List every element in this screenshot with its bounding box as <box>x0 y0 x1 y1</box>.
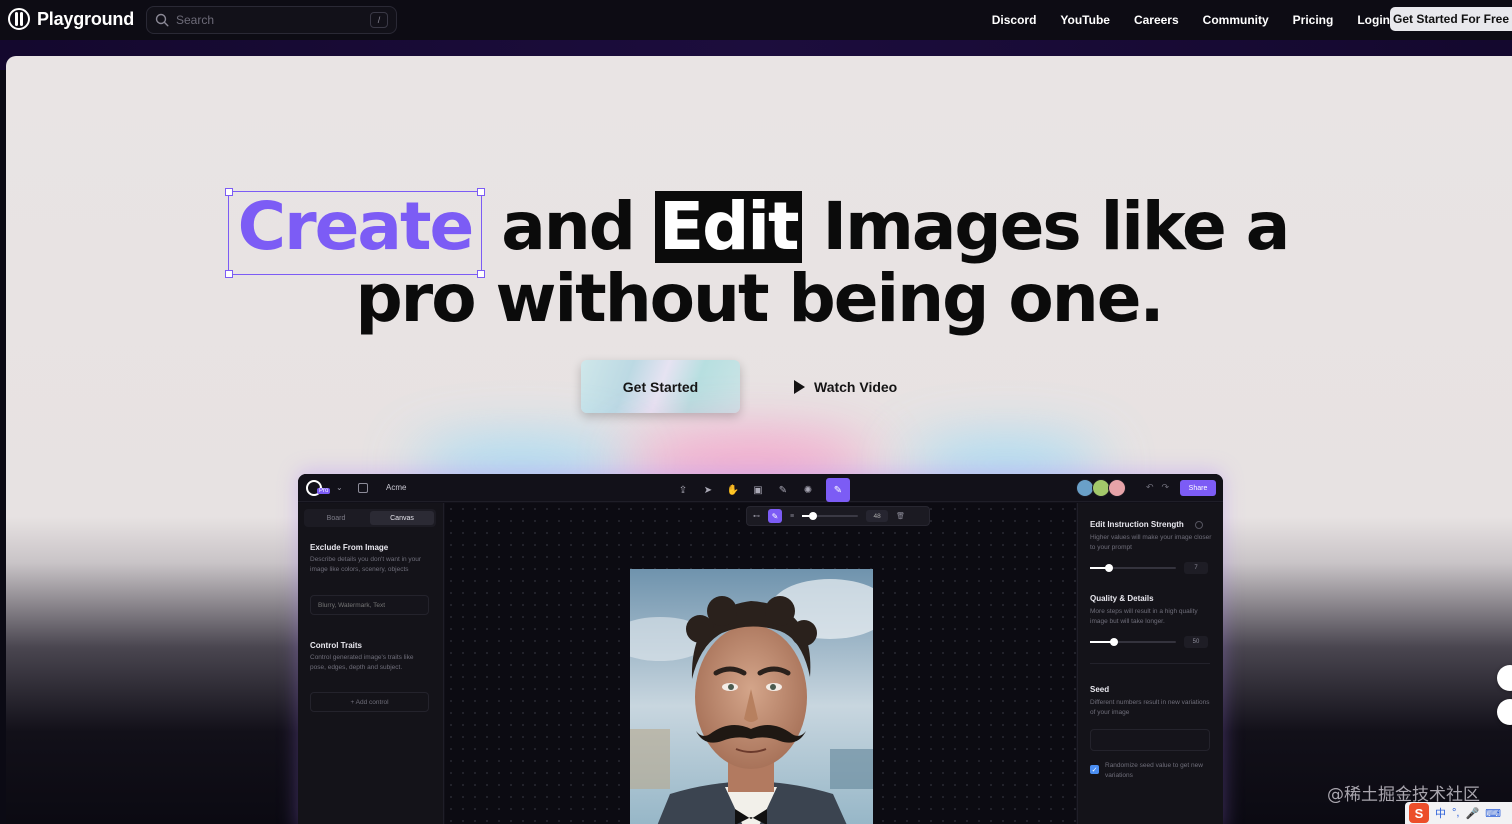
selection-handle <box>224 188 233 196</box>
strength-title: Edit Instruction Strength <box>1090 520 1184 529</box>
keyboard-icon[interactable]: ⌨ <box>1485 807 1501 820</box>
selection-handle <box>477 270 486 278</box>
editor-toolbar: Pro ⌄ Acme ⇪ ➤ ✋ ▣ ✎ ✺ ✎ ↶ ↷ Share <box>298 474 1223 502</box>
ime-toolbar: S 中 °, 🎤 ⌨ <box>1405 802 1512 824</box>
selection-handle <box>224 270 233 278</box>
search-shortcut-key: / <box>370 12 388 28</box>
magic-edit-icon[interactable]: ✎ <box>826 478 850 502</box>
exclude-title: Exclude From Image <box>310 543 389 552</box>
portrait-illustration <box>630 569 873 824</box>
selection-box <box>224 188 486 278</box>
brush-size-slider[interactable] <box>802 512 859 520</box>
frame-edit-icon[interactable]: ▣ <box>751 483 765 497</box>
ime-chinese-mode[interactable]: 中 <box>1435 805 1446 821</box>
project-name: Acme <box>386 483 407 492</box>
ime-punctuation[interactable]: °, <box>1452 807 1459 819</box>
slider-thumb[interactable] <box>1110 638 1118 646</box>
brush-size-icon: ≡ <box>790 512 795 520</box>
undo-redo: ↶ ↷ <box>1146 482 1169 493</box>
collaborator-avatars <box>1076 479 1126 497</box>
search-icon <box>155 13 169 27</box>
brand-name: Playground <box>37 8 135 29</box>
randomize-seed-checkbox[interactable]: ✓ <box>1090 765 1099 774</box>
slider-thumb[interactable] <box>1105 564 1113 572</box>
control-traits-description: Control generated image's traits like po… <box>310 654 414 671</box>
right-settings-panel: Edit Instruction Strength Higher values … <box>1077 503 1223 824</box>
chevron-down-icon[interactable]: ⌄ <box>336 483 343 492</box>
headline-rest: Images like a <box>822 188 1291 265</box>
nav-links: Discord YouTube Careers Community Pricin… <box>992 0 1390 40</box>
search-box[interactable]: / <box>146 6 397 34</box>
divider <box>1090 663 1210 664</box>
editor-canvas[interactable]: ⊷ ✎ ≡ 48 🗑 <box>445 503 1076 824</box>
search-input[interactable] <box>176 13 370 27</box>
seed-description: Different numbers result in new variatio… <box>1090 699 1210 716</box>
nav-link-careers[interactable]: Careers <box>1134 13 1179 27</box>
add-control-button[interactable]: + Add control <box>310 692 429 712</box>
quality-description: More steps will result in a high quality… <box>1090 608 1198 625</box>
nav-link-pricing[interactable]: Pricing <box>1293 13 1334 27</box>
hand-icon[interactable]: ✋ <box>726 483 740 497</box>
upload-icon[interactable]: ⇪ <box>676 483 690 497</box>
selection-handle <box>477 188 486 196</box>
randomize-seed-label: Randomize seed value to get new variatio… <box>1105 762 1203 779</box>
brush-size-value: 48 <box>866 510 889 522</box>
nav-link-youtube[interactable]: YouTube <box>1060 13 1110 27</box>
pro-badge: Pro <box>317 488 331 494</box>
quality-title: Quality & Details <box>1090 594 1154 603</box>
get-started-button[interactable]: Get Started <box>581 360 740 413</box>
watch-video-label: Watch Video <box>814 378 898 395</box>
brand-logo[interactable]: Playground <box>8 8 134 30</box>
play-icon <box>794 379 805 394</box>
brush-icon[interactable]: ✎ <box>768 509 782 523</box>
exclude-description: Describe details you don't want in your … <box>310 556 422 573</box>
strength-value[interactable]: 7 <box>1184 562 1208 574</box>
nav-link-discord[interactable]: Discord <box>992 13 1037 27</box>
tab-canvas[interactable]: Canvas <box>370 511 434 525</box>
headline-and: and <box>501 188 636 265</box>
headline-edit-word: Edit <box>655 191 802 263</box>
nav-link-login[interactable]: Login <box>1357 13 1390 27</box>
sidebar-toggle-icon[interactable] <box>358 483 368 493</box>
control-traits-title: Control Traits <box>310 641 363 650</box>
portrait-image[interactable] <box>630 569 873 824</box>
pen-icon[interactable]: ✎ <box>776 483 790 497</box>
trash-icon[interactable]: 🗑 <box>896 512 905 520</box>
mask-brush-icon[interactable]: ✺ <box>801 483 815 497</box>
seed-input[interactable] <box>1090 729 1210 751</box>
microphone-icon[interactable]: 🎤 <box>1465 807 1479 820</box>
seed-title: Seed <box>1090 685 1110 694</box>
view-toggle: Board Canvas <box>304 509 436 527</box>
editor-app-preview: Pro ⌄ Acme ⇪ ➤ ✋ ▣ ✎ ✺ ✎ ↶ ↷ Share Board… <box>298 474 1223 824</box>
top-navigation: Playground / Discord YouTube Careers Com… <box>0 0 1512 40</box>
playground-logo-icon <box>8 8 30 30</box>
quality-slider[interactable] <box>1090 638 1176 646</box>
brush-toolbar: ⊷ ✎ ≡ 48 🗑 <box>746 506 930 526</box>
strength-slider[interactable] <box>1090 564 1176 572</box>
tool-group: ⇪ ➤ ✋ ▣ ✎ ✺ ✎ <box>676 478 850 502</box>
link-icon[interactable]: ⊷ <box>753 512 760 520</box>
left-settings-panel: Board Canvas Exclude From Image Describe… <box>298 503 444 824</box>
slider-thumb[interactable] <box>809 512 818 520</box>
ime-logo-icon[interactable]: S <box>1409 803 1429 823</box>
avatar[interactable] <box>1108 479 1126 497</box>
nav-link-community[interactable]: Community <box>1203 13 1269 27</box>
info-icon[interactable] <box>1195 521 1203 529</box>
redo-icon[interactable]: ↷ <box>1162 482 1170 493</box>
headline-create-word: Create <box>224 188 486 278</box>
negative-prompt-input[interactable] <box>310 595 429 615</box>
select-cursor-icon[interactable]: ➤ <box>701 483 715 497</box>
hero-actions: Get Started Watch Video <box>581 360 897 413</box>
share-button[interactable]: Share <box>1180 480 1216 496</box>
get-started-free-button[interactable]: Get Started For Free <box>1390 7 1512 31</box>
quality-value[interactable]: 50 <box>1184 636 1208 648</box>
strength-description: Higher values will make your image close… <box>1090 534 1212 551</box>
undo-icon[interactable]: ↶ <box>1146 482 1154 493</box>
tab-board[interactable]: Board <box>304 509 368 527</box>
watch-video-link[interactable]: Watch Video <box>794 379 897 395</box>
hero-headline: Create and Edit Images like a pro withou… <box>6 188 1512 335</box>
